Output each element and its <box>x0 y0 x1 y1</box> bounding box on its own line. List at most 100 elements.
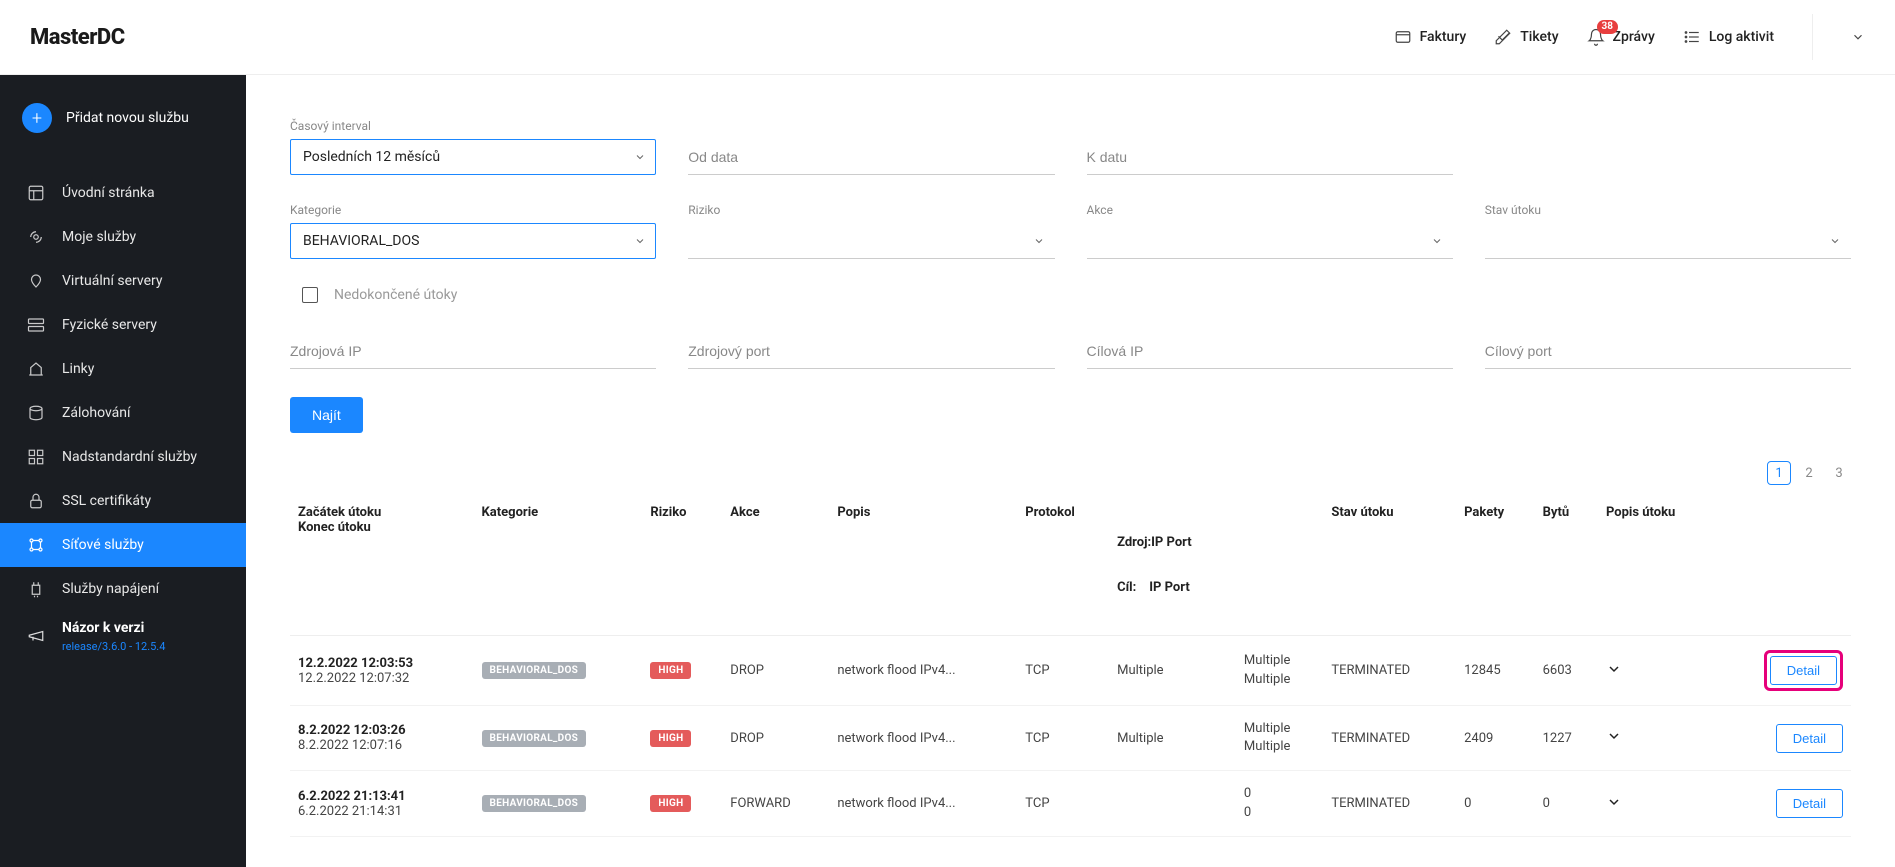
src-port-input[interactable] <box>688 333 1054 369</box>
sidebar-item-label: Úvodní stránka <box>62 185 155 201</box>
sidebar-item-extra-services[interactable]: Nadstandardní služby <box>0 435 246 479</box>
version-sub: release/3.6.0 - 12.5.4 <box>62 639 165 654</box>
messages-label: Zprávy <box>1613 29 1655 45</box>
detail-button[interactable]: Detail <box>1776 724 1843 753</box>
page-3[interactable]: 3 <box>1827 461 1851 485</box>
dst-cell: 00 <box>1236 771 1323 836</box>
sidebar-item-label: Služby napájení <box>62 581 159 597</box>
sidebar-item-backup[interactable]: Zálohování <box>0 391 246 435</box>
dst-cell: MultipleMultiple <box>1236 706 1323 771</box>
activity-link[interactable]: Log aktivit <box>1683 28 1774 46</box>
attack-start: 6.2.2022 21:13:41 <box>298 789 466 804</box>
sidebar-item-ssl-certs[interactable]: SSL certifikáty <box>0 479 246 523</box>
page-2[interactable]: 2 <box>1797 461 1821 485</box>
th-start-end: Začátek útoku Konec útoku <box>290 495 474 636</box>
src-cell <box>1109 771 1236 836</box>
interval-label: Časový interval <box>290 119 656 133</box>
page-1[interactable]: 1 <box>1767 461 1791 485</box>
sidebar-item-home[interactable]: Úvodní stránka <box>0 171 246 215</box>
to-date-input[interactable] <box>1087 139 1453 175</box>
sidebar-item-label: Síťové služby <box>62 537 144 553</box>
sidebar-item-power-services[interactable]: Služby napájení <box>0 567 246 611</box>
action-cell: DROP <box>722 706 829 771</box>
state-label: Stav útoku <box>1485 203 1851 217</box>
src-cell: Multiple <box>1109 636 1236 706</box>
home-icon <box>26 183 46 203</box>
tickets-label: Tikety <box>1520 29 1558 45</box>
risk-select[interactable] <box>688 223 1054 259</box>
sidebar-item-label: Nadstandardní služby <box>62 449 197 465</box>
sidebar-item-services[interactable]: Moje služby <box>0 215 246 259</box>
category-value: BEHAVIORAL_DOS <box>303 233 419 249</box>
dst-port-input[interactable] <box>1485 333 1851 369</box>
network-services-icon <box>26 535 46 555</box>
action-cell: FORWARD <box>722 771 829 836</box>
category-pill: BEHAVIORAL_DOS <box>482 730 587 747</box>
links-icon <box>26 359 46 379</box>
invoices-link[interactable]: Faktury <box>1394 28 1467 46</box>
table-row: 12.2.2022 12:03:5312.2.2022 12:07:32BEHA… <box>290 636 1851 706</box>
attack-end: 8.2.2022 12:07:16 <box>298 738 466 753</box>
th-risk: Riziko <box>642 495 722 636</box>
sidebar-item-label: SSL certifikáty <box>62 493 151 509</box>
interval-select[interactable]: Posledních 12 měsíců <box>290 139 656 175</box>
th-packets: Pakety <box>1456 495 1535 636</box>
th-state: Stav útoku <box>1323 495 1456 636</box>
action-label: Akce <box>1087 203 1453 217</box>
plus-icon: + <box>22 103 52 133</box>
state-cell: TERMINATED <box>1323 636 1456 706</box>
header: MasterDC Faktury Tikety 38 Zprávy Log ak <box>0 0 1895 75</box>
packets-cell: 12845 <box>1456 636 1535 706</box>
dst-ip-input[interactable] <box>1087 333 1453 369</box>
ticket-icon <box>1494 28 1512 46</box>
category-select[interactable]: BEHAVIORAL_DOS <box>290 223 656 259</box>
find-button[interactable]: Najít <box>290 397 363 433</box>
state-select[interactable] <box>1485 223 1851 259</box>
th-desc: Popis <box>829 495 1017 636</box>
th-protocol: Protokol <box>1017 495 1109 636</box>
bytes-cell: 1227 <box>1535 706 1598 771</box>
account-dropdown[interactable] <box>1851 30 1865 44</box>
from-label <box>688 119 1054 133</box>
th-dst2 <box>1236 495 1323 636</box>
tickets-link[interactable]: Tikety <box>1494 28 1558 46</box>
expand-row[interactable] <box>1606 661 1622 677</box>
expand-row[interactable] <box>1606 728 1622 744</box>
state-cell: TERMINATED <box>1323 706 1456 771</box>
src-ip-input[interactable] <box>290 333 656 369</box>
packets-cell: 2409 <box>1456 706 1535 771</box>
protocol-cell: TCP <box>1017 706 1109 771</box>
sidebar-item-links[interactable]: Linky <box>0 347 246 391</box>
th-src-dst: Zdroj:IP Port Cíl: IP Port <box>1109 495 1236 636</box>
expand-row[interactable] <box>1606 794 1622 810</box>
risk-pill: HIGH <box>650 662 691 679</box>
detail-button[interactable]: Detail <box>1776 789 1843 818</box>
desc-cell: network flood IPv4... <box>829 706 1017 771</box>
attacks-table: Začátek útoku Konec útoku Kategorie Rizi… <box>290 495 1851 837</box>
sidebar-item-version[interactable]: Názor k verzi release/3.6.0 - 12.5.4 <box>0 611 246 662</box>
th-attack-desc: Popis útoku <box>1598 495 1718 636</box>
add-service-label: Přidat novou službu <box>66 110 189 126</box>
sidebar-item-physical-servers[interactable]: Fyzické servery <box>0 303 246 347</box>
table-row: 8.2.2022 12:03:268.2.2022 12:07:16BEHAVI… <box>290 706 1851 771</box>
messages-link[interactable]: 38 Zprávy <box>1587 28 1655 46</box>
category-label: Kategorie <box>290 203 656 217</box>
sidebar-item-virtual-servers[interactable]: Virtuální servery <box>0 259 246 303</box>
filter-grid: Časový interval Posledních 12 měsíců Kat… <box>290 119 1851 259</box>
invoice-icon <box>1394 28 1412 46</box>
from-date-input[interactable] <box>688 139 1054 175</box>
attack-start: 12.2.2022 12:03:53 <box>298 656 466 671</box>
activity-label: Log aktivit <box>1709 29 1774 45</box>
action-cell: DROP <box>722 636 829 706</box>
messages-badge: 38 <box>1597 20 1618 34</box>
detail-button[interactable]: Detail <box>1770 656 1837 685</box>
src-cell: Multiple <box>1109 706 1236 771</box>
add-service-button[interactable]: + Přidat novou službu <box>0 93 246 143</box>
sidebar-item-network-services[interactable]: Síťové služby <box>0 523 246 567</box>
action-select[interactable] <box>1087 223 1453 259</box>
attack-end: 12.2.2022 12:07:32 <box>298 671 466 686</box>
unfinished-checkbox[interactable] <box>302 287 318 303</box>
state-cell: TERMINATED <box>1323 771 1456 836</box>
header-nav: Faktury Tikety 38 Zprávy Log aktivit <box>1394 14 1865 60</box>
desc-cell: network flood IPv4... <box>829 636 1017 706</box>
